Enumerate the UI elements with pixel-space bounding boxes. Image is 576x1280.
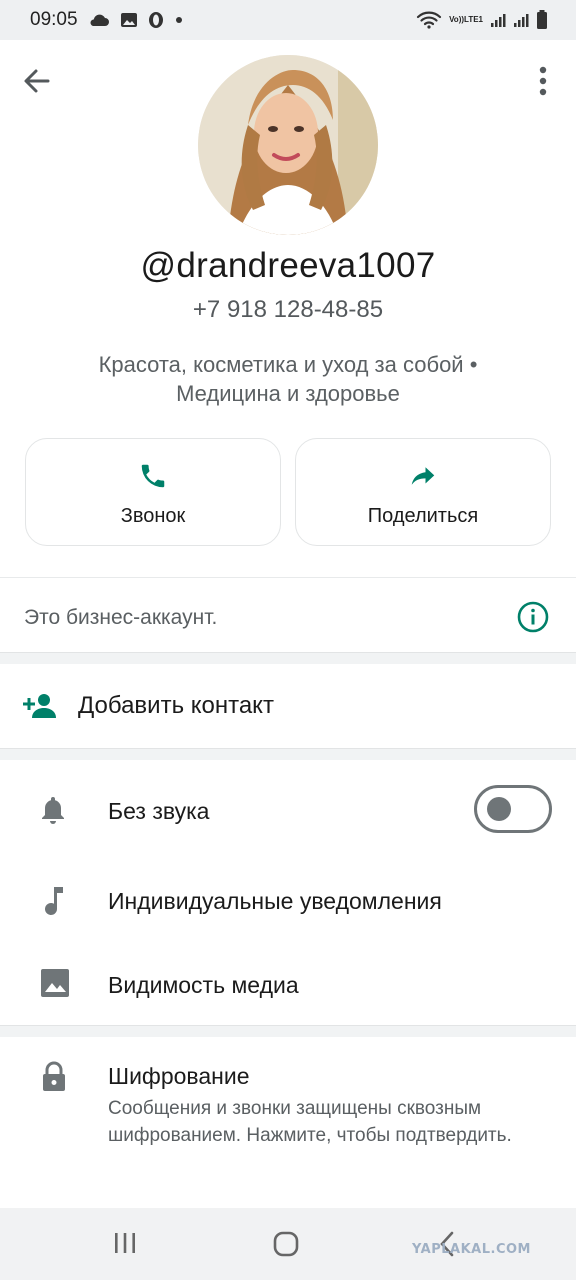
share-icon xyxy=(411,467,435,485)
volte-icon: Vo)) LTE1 xyxy=(449,15,483,24)
arrow-left-icon xyxy=(24,69,50,93)
more-vertical-icon xyxy=(539,66,547,96)
toggle-knob xyxy=(487,797,511,821)
profile-username: @drandreeva1007 xyxy=(140,246,436,285)
call-button[interactable]: Звонок xyxy=(25,438,281,546)
avatar[interactable] xyxy=(198,55,378,235)
music-note-icon xyxy=(42,884,66,923)
recent-apps-button[interactable] xyxy=(113,1230,137,1261)
home-button[interactable] xyxy=(272,1230,300,1263)
watermark: YAPLAKAL.COM xyxy=(412,1242,531,1257)
business-account-text: Это бизнес-аккаунт. xyxy=(24,606,218,629)
media-visibility-label: Видимость медиа xyxy=(108,972,299,998)
media-visibility-row[interactable]: Видимость медиа xyxy=(0,944,576,1025)
encryption-subtitle: Сообщения и звонки защищены сквозным шиф… xyxy=(108,1098,512,1146)
section-divider xyxy=(0,748,576,760)
business-account-row[interactable]: Это бизнес-аккаунт. xyxy=(0,577,576,652)
bell-icon xyxy=(38,794,68,831)
signal-icon xyxy=(490,12,506,28)
signal-icon xyxy=(513,12,529,28)
profile-photo xyxy=(198,55,378,235)
info-icon[interactable] xyxy=(516,600,550,639)
home-icon xyxy=(273,1231,299,1257)
profile-phone: +7 918 128-48-85 xyxy=(192,296,384,323)
mute-toggle[interactable] xyxy=(474,785,552,833)
image-icon xyxy=(40,968,70,1003)
encryption-row[interactable]: Шифрование Сообщения и звонки защищены с… xyxy=(0,1037,576,1208)
encryption-title: Шифрование xyxy=(108,1063,250,1089)
lock-icon xyxy=(40,1061,68,1098)
back-button[interactable] xyxy=(20,64,54,98)
status-bar: 09:05 Vo)) LTE1 xyxy=(0,0,576,40)
battery-icon xyxy=(536,10,548,30)
mute-label: Без звука xyxy=(108,798,210,824)
status-time: 09:05 xyxy=(30,9,78,30)
opera-icon xyxy=(148,11,164,29)
section-divider xyxy=(0,652,576,664)
profile-header: @drandreeva1007 +7 918 128-48-85 Красота… xyxy=(0,40,576,577)
wifi-icon xyxy=(416,11,442,29)
business-categories: Красота, косметика и уход за собой • Мед… xyxy=(98,352,478,406)
custom-notifications-row[interactable]: Индивидуальные уведомления xyxy=(0,860,576,944)
section-divider xyxy=(0,1025,576,1037)
recent-apps-icon xyxy=(115,1233,135,1253)
cloud-icon xyxy=(88,13,110,27)
share-button[interactable]: Поделиться xyxy=(295,438,551,546)
add-contact-row[interactable]: Добавить контакт xyxy=(0,664,576,748)
add-contact-label: Добавить контакт xyxy=(78,692,274,719)
call-label: Звонок xyxy=(120,505,186,527)
share-label: Поделиться xyxy=(367,505,479,527)
add-person-icon xyxy=(22,692,58,725)
dot-icon xyxy=(174,15,184,25)
more-options-button[interactable] xyxy=(528,64,558,98)
custom-notifications-label: Индивидуальные уведомления xyxy=(108,888,442,914)
image-icon xyxy=(120,12,138,28)
phone-icon xyxy=(141,464,165,488)
mute-row[interactable]: Без звука xyxy=(0,760,576,860)
